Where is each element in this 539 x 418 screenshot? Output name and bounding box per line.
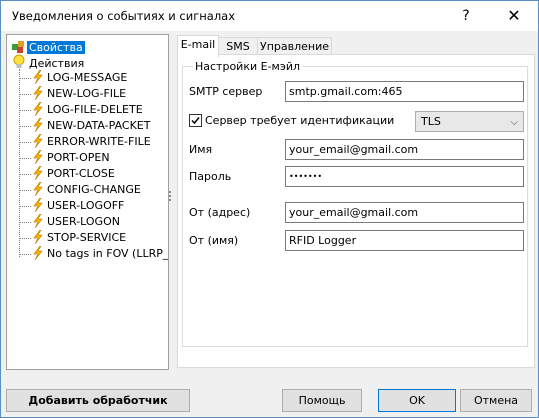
tree-node-actions[interactable]: Действия [11, 54, 86, 70]
close-title-button[interactable]: ✕ [495, 1, 533, 31]
tree-connector [19, 69, 20, 257]
tree-connector [19, 254, 31, 255]
tree-item[interactable]: STOP-SERVICE [31, 229, 128, 246]
email-settings-group: Настройки E-мэйл SMTP сервер smtp.gmail.… [182, 60, 528, 347]
tree-item[interactable]: LOG-MESSAGE [31, 69, 129, 86]
tree-connector [19, 206, 31, 207]
tree-connector [19, 174, 31, 175]
tree-item[interactable]: NEW-LOG-FILE [31, 85, 128, 102]
lightning-icon [33, 149, 43, 165]
tree-connector [19, 142, 31, 143]
security-value: TLS [421, 115, 441, 128]
tree-connector [19, 94, 31, 95]
lightning-icon [33, 101, 43, 117]
tree-item-label: No tags in FOV (LLRP_ [47, 247, 169, 260]
tree-item-label: LOG-FILE-DELETE [47, 103, 143, 116]
dialog-window: Уведомления о событиях и сигналах ? ✕ Св… [0, 0, 539, 418]
tree-connector [19, 222, 31, 223]
tree-connector [19, 110, 31, 111]
help-button[interactable]: Помощь [282, 389, 362, 412]
tree-item[interactable]: PORT-CLOSE [31, 165, 117, 182]
tree-connector [19, 190, 31, 191]
lightning-icon [33, 85, 43, 101]
tree-item-label: LOG-MESSAGE [47, 71, 128, 84]
auth-checkbox[interactable] [189, 114, 202, 127]
checkmark-icon [191, 117, 200, 125]
lightning-icon [33, 69, 43, 85]
lightning-icon [33, 213, 43, 229]
tree-item[interactable]: ERROR-WRITE-FILE [31, 133, 153, 150]
splitter-handle[interactable] [169, 191, 172, 205]
tree-node-properties[interactable]: Свойства [11, 38, 85, 54]
lightbulb-icon [13, 54, 25, 68]
event-tree[interactable]: Свойства Действия LOG-MESSAGE NEW-LOG-FIL… [6, 34, 169, 370]
group-title: Настройки E-мэйл [193, 60, 303, 73]
lightning-icon [33, 197, 43, 213]
from-address-input[interactable]: your_email@gmail.com [285, 202, 524, 223]
smtp-label: SMTP сервер [189, 85, 263, 98]
tree-item[interactable]: USER-LOGOFF [31, 197, 126, 214]
smtp-server-input[interactable]: smtp.gmail.com:465 [285, 81, 524, 102]
lightning-icon [33, 117, 43, 133]
tree-item[interactable]: No tags in FOV (LLRP_ [31, 245, 169, 262]
window-title: Уведомления о событиях и сигналах [12, 9, 236, 23]
tree-item[interactable]: PORT-OPEN [31, 149, 112, 166]
tree-item[interactable]: CONFIG-CHANGE [31, 181, 143, 198]
tree-connector [19, 126, 31, 127]
email-panel: Настройки E-мэйл SMTP сервер smtp.gmail.… [177, 54, 535, 368]
help-title-button[interactable]: ? [447, 1, 485, 31]
security-select[interactable]: TLS ⌵ [415, 111, 524, 132]
tree-item-label: STOP-SERVICE [47, 231, 127, 244]
title-bar: Уведомления о событиях и сигналах ? ✕ [1, 1, 538, 31]
auth-label: Сервер требует идентификации [205, 114, 395, 127]
name-label: Имя [189, 143, 213, 156]
tree-connector [19, 158, 31, 159]
lightning-icon [33, 229, 43, 245]
tree-item-label: ERROR-WRITE-FILE [47, 135, 151, 148]
tree-item[interactable]: USER-LOGON [31, 213, 122, 230]
tree-item-label: PORT-OPEN [47, 151, 110, 164]
properties-icon [12, 41, 24, 53]
tab-email[interactable]: E-mail [177, 35, 219, 57]
tree-item-label: CONFIG-CHANGE [47, 183, 141, 196]
lightning-icon [33, 133, 43, 149]
tree-item-label: NEW-DATA-PACKET [47, 119, 151, 132]
add-handler-button[interactable]: Добавить обработчик [6, 389, 190, 412]
cancel-button[interactable]: Отмена [460, 389, 532, 412]
password-label: Пароль [189, 170, 232, 183]
tree-connector [19, 78, 31, 79]
lightning-icon [33, 245, 43, 261]
tree-item[interactable]: LOG-FILE-DELETE [31, 101, 145, 118]
name-input[interactable]: your_email@gmail.com [285, 139, 524, 160]
lightning-icon [33, 165, 43, 181]
ok-button[interactable]: OK [378, 389, 456, 412]
lightning-icon [33, 181, 43, 197]
tree-connector [19, 238, 31, 239]
tree-item-label: USER-LOGON [47, 215, 120, 228]
password-input[interactable]: ••••••• [285, 166, 524, 187]
from-name-label: От (имя) [189, 234, 239, 247]
chevron-down-icon: ⌵ [510, 117, 518, 128]
tree-item-label: NEW-LOG-FILE [47, 87, 127, 100]
tree-item-label: PORT-CLOSE [47, 167, 115, 180]
tree-item-label: USER-LOGOFF [47, 199, 125, 212]
from-name-input[interactable]: RFID Logger [285, 230, 524, 251]
from-address-label: От (адрес) [189, 206, 251, 219]
tree-item[interactable]: NEW-DATA-PACKET [31, 117, 152, 134]
